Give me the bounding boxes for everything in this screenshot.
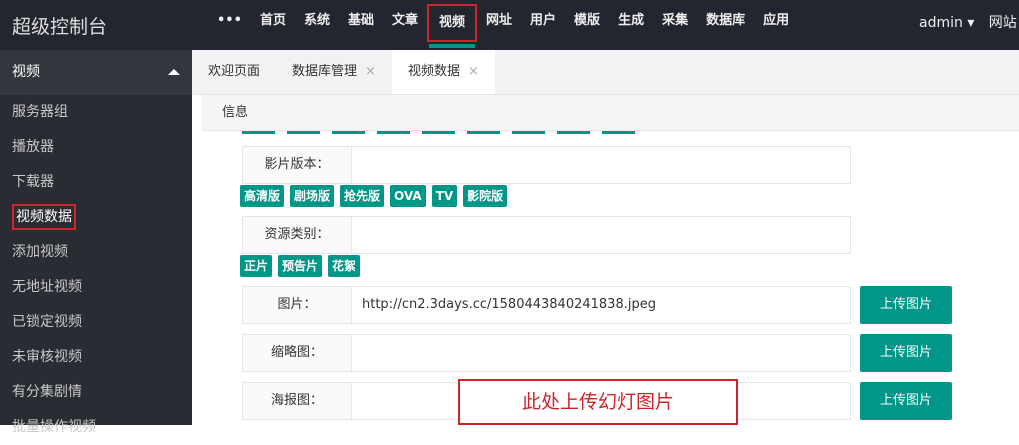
nav-system[interactable]: 系统 (295, 0, 339, 50)
app-title: 超级控制台 (12, 16, 108, 38)
tab-welcome[interactable]: 欢迎页面 (192, 50, 276, 94)
sidebar-item-unreviewed[interactable]: 未审核视频 (0, 340, 192, 375)
type-input[interactable] (352, 217, 850, 253)
sidebar-section-video[interactable]: 视频 (0, 50, 192, 95)
poster-label: 海报图： (243, 383, 352, 419)
tab-label: 欢迎页面 (208, 64, 261, 79)
type-label: 资源类别： (243, 217, 352, 253)
sub-tab-indicators (242, 131, 635, 134)
tag-feature[interactable]: 正片 (240, 255, 273, 277)
close-icon[interactable]: × (468, 64, 479, 79)
upload-poster-button[interactable]: 上传图片 (860, 382, 952, 420)
sidebar-item-player[interactable]: 播放器 (0, 130, 192, 165)
site-link[interactable]: 网站 (989, 15, 1017, 31)
thumb-field-row: 缩略图： (242, 334, 851, 372)
tab-bar: 欢迎页面 数据库管理 × 视频数据 × (192, 50, 1019, 95)
sidebar-item-no-url[interactable]: 无地址视频 (0, 270, 192, 305)
sidebar-item-video-data[interactable]: 视频数据 (0, 200, 192, 235)
tag-hd[interactable]: 高清版 (240, 185, 285, 207)
version-tags: 高清版 剧场版 抢先版 OVA TV 影院版 (240, 185, 508, 207)
upload-image-button[interactable]: 上传图片 (860, 286, 952, 324)
version-input[interactable] (352, 147, 850, 183)
tag-extras[interactable]: 花絮 (328, 255, 361, 277)
nav-collect[interactable]: 采集 (653, 0, 697, 50)
nav-article[interactable]: 文章 (383, 0, 427, 50)
version-label: 影片版本： (243, 147, 352, 183)
tag-tv[interactable]: TV (431, 185, 458, 207)
version-field-row: 影片版本： (242, 146, 851, 184)
tab-info[interactable]: 信息 (202, 95, 1019, 131)
image-field-row: 图片： http://cn2.3days.cc/1580443840241838… (242, 286, 851, 324)
thumb-label: 缩略图： (243, 335, 352, 371)
annotation-callout: 此处上传幻灯图片 (458, 379, 738, 425)
upload-thumb-button[interactable]: 上传图片 (860, 334, 952, 372)
type-field-row: 资源类别： (242, 216, 851, 254)
sidebar-item-downloader[interactable]: 下载器 (0, 165, 192, 200)
close-icon[interactable]: × (365, 64, 376, 79)
top-nav: ••• 首页 系统 基础 文章 视频 网址 用户 模版 生成 采集 数据库 应用 (208, 0, 798, 50)
sidebar-item-episodes[interactable]: 有分集剧情 (0, 375, 192, 410)
nav-generate[interactable]: 生成 (609, 0, 653, 50)
nav-user[interactable]: 用户 (521, 0, 565, 50)
tab-db-manage[interactable]: 数据库管理 × (276, 50, 392, 94)
sidebar-item-label: 视频数据 (12, 204, 76, 230)
type-tags: 正片 预告片 花絮 (240, 255, 361, 277)
nav-database[interactable]: 数据库 (697, 0, 754, 50)
tab-label: 视频数据 (407, 64, 460, 79)
tag-trailer[interactable]: 预告片 (278, 255, 323, 277)
image-label: 图片： (243, 287, 352, 323)
tag-theater[interactable]: 剧场版 (290, 185, 335, 207)
top-bar: 超级控制台 ••• 首页 系统 基础 文章 视频 网址 用户 模版 生成 采集 … (0, 0, 1019, 50)
tab-video-data[interactable]: 视频数据 × (391, 50, 495, 94)
tab-label: 数据库管理 (292, 64, 358, 79)
nav-home[interactable]: 首页 (251, 0, 295, 50)
tag-cinema[interactable]: 影院版 (463, 185, 508, 207)
nav-apps[interactable]: 应用 (754, 0, 798, 50)
section-label: 视频 (12, 64, 40, 80)
sidebar: 视频 服务器组 播放器 下载器 视频数据 添加视频 无地址视频 已锁定视频 未审… (0, 50, 192, 435)
nav-more[interactable]: ••• (208, 0, 251, 50)
tag-ova[interactable]: OVA (390, 185, 426, 207)
nav-basic[interactable]: 基础 (339, 0, 383, 50)
nav-video[interactable]: 视频 (427, 4, 478, 48)
tag-preview[interactable]: 抢先版 (340, 185, 385, 207)
nav-url[interactable]: 网址 (477, 0, 521, 50)
sidebar-item-server-group[interactable]: 服务器组 (0, 95, 192, 130)
user-menu[interactable]: admin ▾ (919, 15, 974, 31)
nav-template[interactable]: 模版 (565, 0, 609, 50)
caret-up-icon (168, 69, 180, 75)
sidebar-item-locked[interactable]: 已锁定视频 (0, 305, 192, 340)
sidebar-item-batch[interactable]: 批量操作视频 (0, 410, 192, 445)
thumb-input[interactable] (352, 335, 850, 371)
image-input[interactable]: http://cn2.3days.cc/1580443840241838.jpe… (352, 287, 850, 323)
sidebar-item-add-video[interactable]: 添加视频 (0, 235, 192, 270)
